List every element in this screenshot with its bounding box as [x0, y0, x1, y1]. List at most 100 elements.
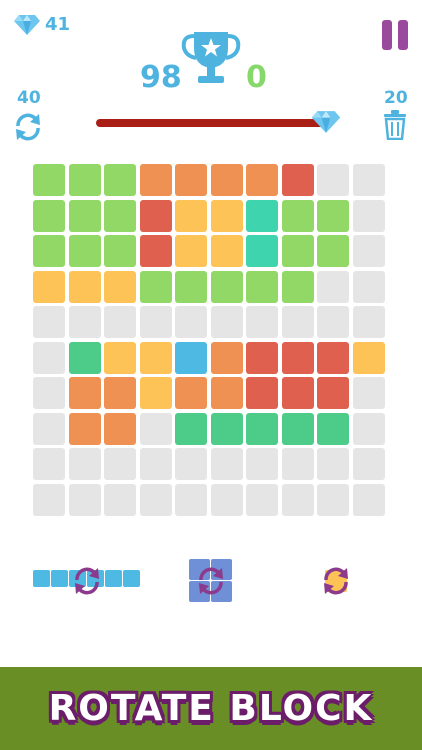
block-cell: [33, 199, 65, 232]
block-cell: [33, 270, 65, 303]
empty-cell: [352, 412, 385, 445]
empty-cell: [352, 306, 385, 338]
empty-cell: [33, 341, 65, 374]
block-cell: [210, 235, 243, 267]
empty-cell: [33, 306, 65, 338]
block-cell: [104, 377, 136, 409]
pause-button[interactable]: [382, 20, 408, 50]
block-cell: [139, 164, 172, 196]
empty-cell: [317, 448, 349, 480]
rotate-powerup-icon[interactable]: [13, 112, 43, 142]
block-cell: [175, 270, 207, 303]
block-cell: [317, 199, 349, 232]
empty-cell: [317, 270, 349, 303]
block-cell: [246, 377, 278, 409]
block-cell: [317, 412, 349, 445]
block-cell: [281, 341, 314, 374]
block-cell: [246, 164, 278, 196]
progress-bar: [96, 119, 329, 127]
block-cell: [139, 377, 172, 409]
block-cell: [246, 341, 278, 374]
empty-cell: [104, 483, 136, 516]
block-cell: [246, 270, 278, 303]
best-score: 98: [140, 60, 182, 95]
empty-cell: [352, 483, 385, 516]
empty-cell: [352, 448, 385, 480]
empty-cell: [210, 306, 243, 338]
block-cell: [317, 341, 349, 374]
block-cell: [68, 341, 101, 374]
block-cell: [317, 235, 349, 267]
diamond-icon: [14, 15, 40, 35]
block-cell: [246, 412, 278, 445]
block-cell: [210, 412, 243, 445]
rotate-icon: [324, 567, 348, 595]
empty-cell: [33, 377, 65, 409]
game-board[interactable]: [33, 164, 389, 520]
block-cell: [175, 377, 207, 409]
block-cell: [33, 164, 65, 196]
empty-cell: [352, 270, 385, 303]
empty-cell: [317, 483, 349, 516]
trash-icon[interactable]: [383, 110, 407, 140]
block-cell: [210, 270, 243, 303]
block-cell: [68, 199, 101, 232]
block-cell: [104, 235, 136, 267]
current-score: 0: [246, 60, 267, 95]
trash-count: 20: [384, 88, 408, 108]
block-cell: [210, 164, 243, 196]
block-cell: [210, 199, 243, 232]
block-cell: [139, 235, 172, 267]
empty-cell: [175, 483, 207, 516]
pause-icon: [382, 20, 392, 50]
empty-cell: [139, 412, 172, 445]
piece-cell: [33, 570, 50, 587]
block-cell: [68, 164, 101, 196]
block-cell: [104, 412, 136, 445]
empty-cell: [33, 483, 65, 516]
block-cell: [246, 235, 278, 267]
empty-cell: [281, 448, 314, 480]
empty-cell: [139, 448, 172, 480]
empty-cell: [246, 448, 278, 480]
block-cell: [139, 199, 172, 232]
block-cell: [104, 199, 136, 232]
block-cell: [175, 341, 207, 374]
block-cell: [352, 341, 385, 374]
block-cell: [281, 235, 314, 267]
empty-cell: [33, 448, 65, 480]
empty-cell: [352, 199, 385, 232]
piece-cell: [105, 570, 122, 587]
empty-cell: [246, 483, 278, 516]
block-cell: [104, 164, 136, 196]
empty-cell: [68, 306, 101, 338]
block-cell: [139, 341, 172, 374]
block-cell: [33, 235, 65, 267]
empty-cell: [352, 377, 385, 409]
block-cell: [210, 377, 243, 409]
block-cell: [175, 164, 207, 196]
trophy-icon: [181, 32, 241, 83]
block-cell: [246, 199, 278, 232]
empty-cell: [281, 306, 314, 338]
block-cell: [317, 377, 349, 409]
empty-cell: [139, 483, 172, 516]
promo-banner: ROTATE BLOCK: [0, 667, 422, 750]
block-cell: [68, 377, 101, 409]
block-cell: [68, 270, 101, 303]
empty-cell: [104, 448, 136, 480]
empty-cell: [352, 235, 385, 267]
block-cell: [104, 341, 136, 374]
rotate-icon: [199, 567, 223, 595]
block-cell: [281, 199, 314, 232]
rotate-count: 40: [17, 88, 41, 108]
empty-cell: [246, 306, 278, 338]
block-cell: [281, 270, 314, 303]
empty-cell: [139, 306, 172, 338]
block-cell: [175, 199, 207, 232]
empty-cell: [104, 306, 136, 338]
empty-cell: [175, 306, 207, 338]
empty-cell: [317, 306, 349, 338]
rotate-icon: [75, 567, 99, 595]
empty-cell: [33, 412, 65, 445]
